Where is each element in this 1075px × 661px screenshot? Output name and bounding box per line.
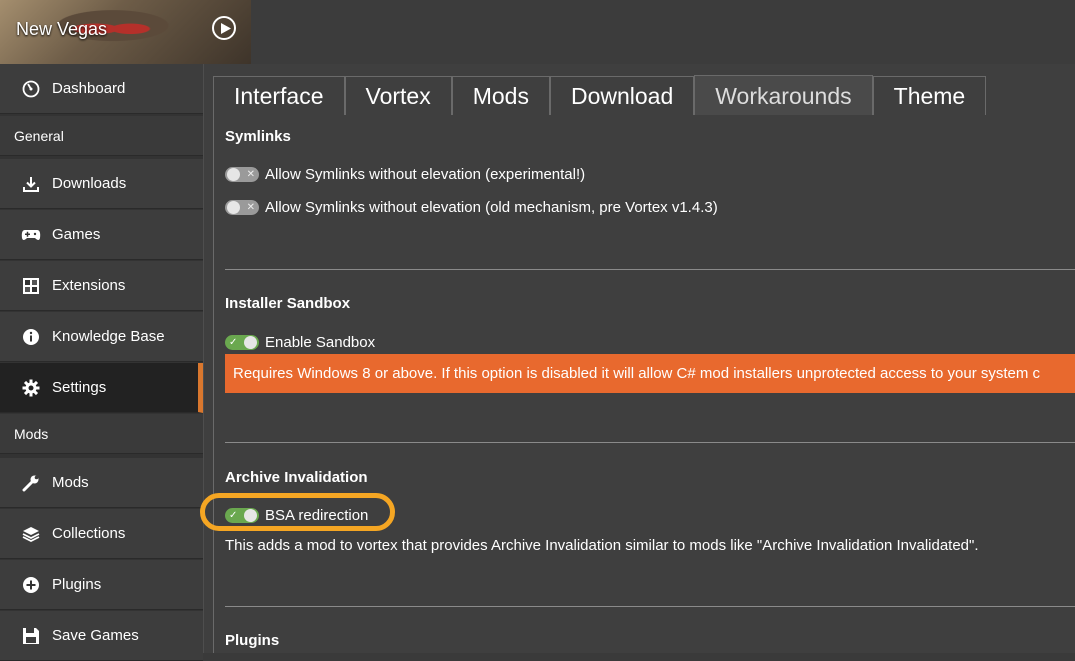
sidebar-item-label: Collections	[52, 525, 126, 542]
sidebar-item-label: Mods	[52, 474, 89, 491]
sidebar-item-label: Downloads	[52, 175, 127, 192]
enable-sandbox-toggle[interactable]: ✓	[225, 335, 259, 350]
toggle-label: BSA redirection	[265, 507, 369, 524]
sidebar-item-plugins[interactable]: Plugins	[0, 560, 203, 610]
symlinks-old-toggle[interactable]: ✕	[225, 200, 259, 215]
section-title-symlinks: Symlinks	[225, 128, 291, 145]
tab-vortex[interactable]: Vortex	[344, 76, 452, 116]
sidebar-item-label: Games	[52, 226, 101, 243]
archive-description: This adds a mod to vortex that provides …	[225, 537, 979, 554]
sidebar-item-downloads[interactable]: Downloads	[0, 159, 203, 209]
game-banner[interactable]: New Vegas	[0, 0, 251, 64]
sidebar-item-games[interactable]: Games	[0, 210, 203, 260]
settings-tabs: Interface Vortex Mods Download Workaroun…	[213, 75, 987, 116]
gamepad-icon	[20, 224, 42, 246]
sidebar-item-label: Knowledge Base	[52, 328, 165, 345]
section-divider	[225, 606, 1075, 607]
gear-icon	[20, 377, 42, 399]
sidebar-item-label: Extensions	[52, 277, 126, 294]
section-title-archive: Archive Invalidation	[225, 469, 368, 486]
bsa-redirection-row: ✓ BSA redirection	[225, 507, 368, 524]
plus-circle-icon	[20, 574, 42, 596]
section-divider	[225, 442, 1075, 443]
section-title-plugins: Plugins	[225, 632, 280, 649]
sidebar-item-extensions[interactable]: Extensions	[0, 261, 203, 311]
bsa-redirection-toggle[interactable]: ✓	[225, 508, 259, 523]
extensions-icon	[20, 275, 42, 297]
layers-icon	[20, 523, 42, 545]
sidebar-item-settings[interactable]: Settings	[0, 363, 203, 413]
info-icon	[20, 326, 42, 348]
section-title-sandbox: Installer Sandbox	[225, 295, 351, 312]
sidebar-item-knowledge-base[interactable]: Knowledge Base	[0, 312, 203, 362]
game-title: New Vegas	[16, 19, 108, 39]
section-divider	[225, 269, 1075, 270]
symlinks-experimental-row: ✕ Allow Symlinks without elevation (expe…	[225, 166, 585, 183]
sidebar-item-label: Settings	[52, 379, 107, 396]
dashboard-icon	[20, 78, 42, 100]
tab-interface[interactable]: Interface	[213, 76, 345, 116]
symlinks-old-row: ✕ Allow Symlinks without elevation (old …	[225, 199, 718, 216]
sidebar-item-dashboard[interactable]: Dashboard	[0, 64, 203, 114]
tab-theme[interactable]: Theme	[872, 76, 987, 116]
symlinks-experimental-toggle[interactable]: ✕	[225, 167, 259, 182]
toggle-label: Allow Symlinks without elevation (old me…	[265, 199, 718, 216]
download-icon	[20, 173, 42, 195]
tab-download[interactable]: Download	[549, 76, 695, 116]
sandbox-row: ✓ Enable Sandbox	[225, 334, 375, 351]
play-icon[interactable]	[212, 16, 236, 40]
sidebar-item-label: Plugins	[52, 576, 102, 593]
tab-workarounds[interactable]: Workarounds	[694, 75, 873, 116]
sidebar-item-collections[interactable]: Collections	[0, 509, 203, 559]
section-heading-mods: Mods	[0, 414, 203, 454]
tab-mods[interactable]: Mods	[451, 76, 550, 116]
wrench-icon	[20, 472, 42, 494]
workarounds-content: Symlinks ✕ Allow Symlinks without elevat…	[213, 115, 1075, 653]
sidebar-item-label: Save Games	[52, 627, 139, 644]
sidebar-item-label: Dashboard	[52, 80, 126, 97]
section-heading-general: General	[0, 116, 203, 156]
top-bar	[251, 0, 1075, 64]
sidebar-item-mods[interactable]: Mods	[0, 458, 203, 508]
toggle-label: Allow Symlinks without elevation (experi…	[265, 166, 586, 183]
save-icon	[20, 625, 42, 647]
toggle-label: Enable Sandbox	[265, 334, 376, 351]
sandbox-warning-banner: Requires Windows 8 or above. If this opt…	[225, 354, 1075, 393]
sidebar-item-save-games[interactable]: Save Games	[0, 611, 203, 661]
